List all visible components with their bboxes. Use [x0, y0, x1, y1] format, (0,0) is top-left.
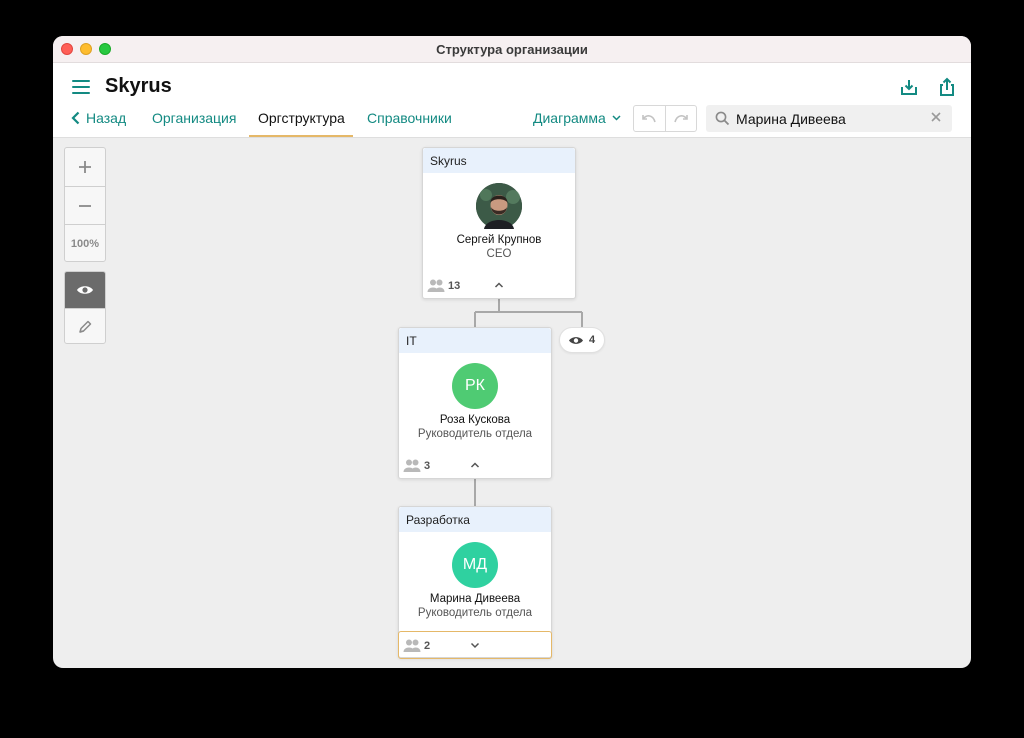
card-footer-highlighted[interactable]: 2	[398, 631, 552, 659]
chevron-up-icon[interactable]	[469, 459, 481, 471]
chevron-up-icon[interactable]	[493, 279, 505, 291]
people-icon	[427, 279, 445, 292]
card-footer: 3	[399, 454, 551, 478]
card-department: IT	[399, 328, 551, 353]
person-name: Роза Кускова	[439, 414, 511, 426]
person-role: Руководитель отдела	[417, 607, 533, 619]
chevron-down-icon[interactable]	[469, 639, 481, 651]
person-name: Марина Дивеева	[429, 593, 521, 605]
card-department: Разработка	[399, 507, 551, 532]
avatar: МД	[452, 542, 498, 588]
card-department: Skyrus	[423, 148, 575, 173]
org-card-skyrus[interactable]: Skyrus Сергей Крупнов CEO 13	[422, 147, 576, 299]
org-card-it[interactable]: IT РК Роза Кускова Руководитель отдела 3	[398, 327, 552, 479]
avatar-photo	[476, 183, 522, 229]
person-role: CEO	[486, 248, 512, 260]
viewers-badge[interactable]: 4	[559, 327, 605, 353]
org-card-development[interactable]: Разработка МД Марина Дивеева Руководител…	[398, 506, 552, 659]
avatar: РК	[452, 363, 498, 409]
viewers-count: 4	[589, 334, 596, 346]
people-icon	[403, 639, 421, 652]
person-role: Руководитель отдела	[417, 428, 533, 440]
team-count: 2	[424, 640, 431, 652]
people-icon	[403, 459, 421, 472]
eye-icon	[569, 336, 583, 344]
avatar	[476, 183, 522, 229]
team-count: 13	[448, 280, 461, 292]
person-name: Сергей Крупнов	[456, 234, 542, 246]
card-footer: 13	[423, 274, 575, 298]
app-window: Структура организации Skyrus Назад Орган…	[53, 36, 971, 668]
team-count: 3	[424, 460, 431, 472]
